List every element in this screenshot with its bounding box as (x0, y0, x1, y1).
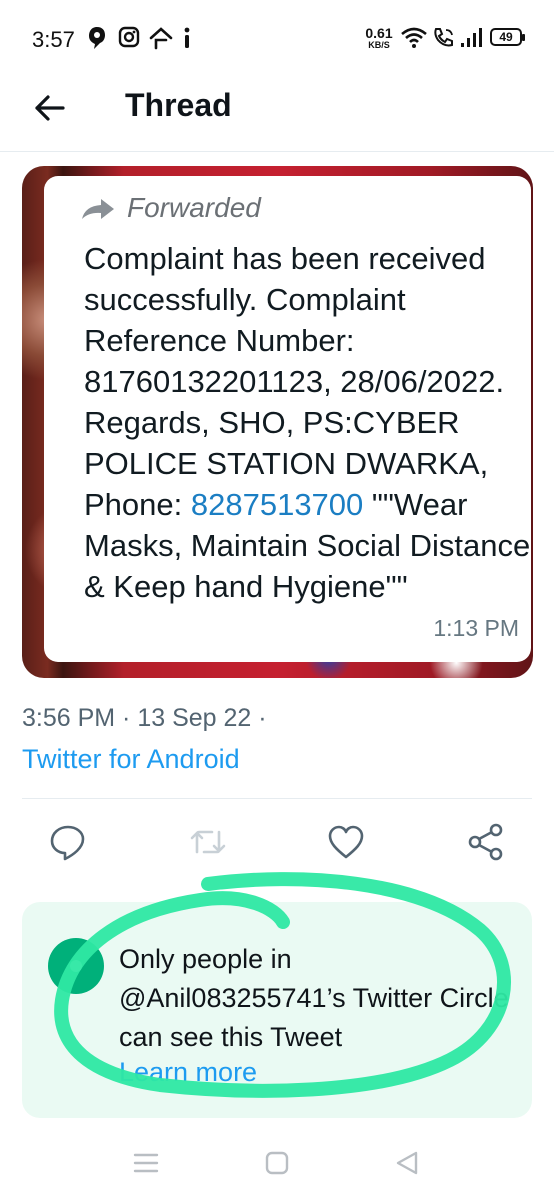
tweet-media-image[interactable]: Forwarded Complaint has been received su… (22, 166, 533, 678)
info-icon (184, 27, 190, 48)
message-bubble: Forwarded Complaint has been received su… (44, 176, 531, 662)
tweet-source-link[interactable]: Twitter for Android (22, 744, 240, 775)
status-bar: 3:57 0.61 KB/S 49 (0, 0, 554, 80)
signal-app-icon (89, 27, 105, 49)
page-title: Thread (125, 87, 232, 123)
share-icon[interactable] (466, 822, 506, 862)
forwarded-label: Forwarded (127, 192, 261, 223)
message-text: Complaint has been received successfully… (84, 241, 531, 604)
tweet-timestamp: 3:56 PM · 13 Sep 22 · (22, 704, 267, 732)
call-icon (434, 28, 453, 47)
like-icon[interactable] (326, 822, 366, 862)
arrow-left-icon[interactable] (30, 88, 70, 128)
cell-signal-icon (461, 28, 482, 47)
battery-icon: 49 (490, 28, 525, 46)
phone-link[interactable]: 8287513700 (191, 487, 363, 522)
instagram-icon (118, 26, 140, 48)
header: Thread (0, 80, 554, 152)
divider (22, 798, 532, 799)
message-time: 1:13 PM (433, 615, 519, 641)
reply-icon[interactable] (48, 822, 88, 862)
home-icon[interactable] (262, 1148, 292, 1178)
twitter-circle-notice: Only people in @Anil083255741’s Twitter … (22, 902, 532, 1118)
wifi-icon (401, 27, 427, 48)
back-triangle-icon[interactable] (392, 1148, 422, 1178)
menu-icon[interactable] (131, 1148, 161, 1178)
system-nav-bar (0, 1130, 554, 1200)
swipe-icon (149, 27, 173, 50)
status-time: 3:57 (32, 27, 75, 52)
twitter-circle-icon (48, 938, 104, 994)
forward-arrow-icon (82, 199, 114, 219)
retweet-icon[interactable] (188, 822, 228, 862)
circle-notice-text: Only people in @Anil083255741’s Twitter … (119, 944, 509, 1052)
network-speed: 0.61 KB/S (365, 25, 393, 50)
learn-more-link[interactable]: Learn more (119, 1057, 257, 1088)
